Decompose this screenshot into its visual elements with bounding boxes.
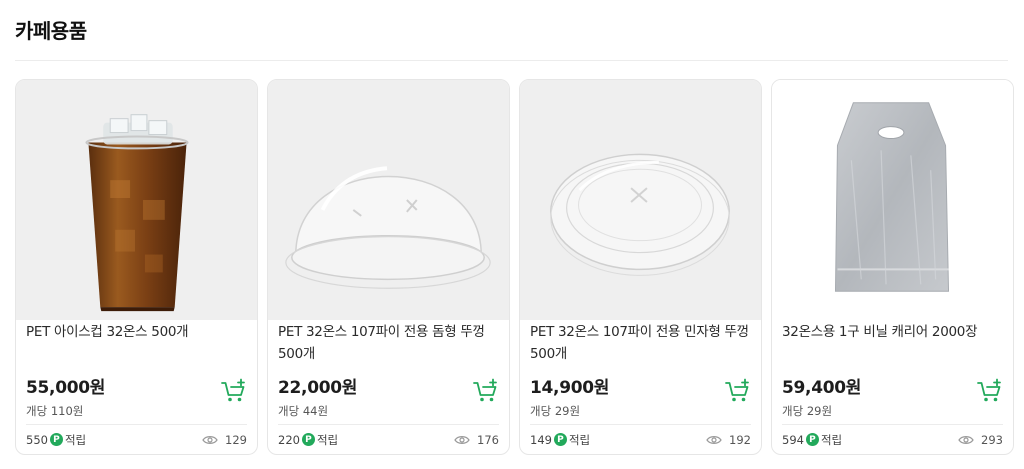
- product-card[interactable]: PET 32온스 107파이 전용 돔형 뚜껑 500개 22,000원 개당 …: [267, 79, 510, 455]
- points-amount: 594: [782, 432, 804, 447]
- eye-icon: [706, 435, 722, 444]
- view-count: 192: [706, 433, 751, 447]
- points-amount: 220: [278, 432, 300, 447]
- product-name[interactable]: PET 32온스 107파이 전용 돔형 뚜껑 500개: [278, 321, 499, 367]
- view-count: 293: [958, 433, 1003, 447]
- card-footer: 550 P 적립 129: [26, 424, 247, 454]
- cart-plus-icon[interactable]: [473, 378, 499, 404]
- product-image-vinyl-carrier[interactable]: [772, 80, 1013, 320]
- product-name[interactable]: PET 아이스컵 32온스 500개: [26, 321, 247, 367]
- product-card[interactable]: 32온스용 1구 비닐 캐리어 2000장 59,400원 개당 29원 594…: [771, 79, 1014, 455]
- card-footer: 149 P 적립 192: [530, 424, 751, 454]
- points-badge-icon: P: [301, 433, 315, 446]
- points-amount: 550: [26, 432, 48, 447]
- product-name[interactable]: PET 32온스 107파이 전용 민자형 뚜껑 500개: [530, 321, 751, 367]
- view-count: 176: [454, 433, 499, 447]
- eye-icon: [202, 435, 218, 444]
- vinyl-carrier-bag-image: [834, 102, 950, 292]
- points-amount: 149: [530, 432, 552, 447]
- card-footer: 220 P 적립 176: [278, 424, 499, 454]
- section-divider: [15, 60, 1008, 61]
- product-image-iced-coffee-cup[interactable]: [16, 80, 257, 320]
- cart-plus-icon[interactable]: [221, 378, 247, 404]
- section-title: 카페용품: [15, 19, 87, 43]
- eye-icon: [454, 435, 470, 444]
- points-badge-icon: P: [805, 433, 819, 446]
- view-count-value: 192: [729, 432, 751, 447]
- unit-price: 개당 110원: [26, 404, 84, 418]
- eye-icon: [958, 435, 974, 444]
- dome-lid-image: [285, 166, 491, 289]
- product-grid: PET 아이스컵 32온스 500개 55,000원 개당 110원 550 P…: [15, 79, 1014, 455]
- cart-plus-icon[interactable]: [977, 378, 1003, 404]
- card-footer: 594 P 적립 293: [782, 424, 1003, 454]
- unit-price: 개당 29원: [530, 404, 581, 418]
- product-name[interactable]: 32온스용 1구 비닐 캐리어 2000장: [782, 321, 1003, 367]
- points-info: 594 P 적립: [782, 432, 842, 448]
- points-info: 550 P 적립: [26, 432, 86, 448]
- unit-price: 개당 44원: [278, 404, 329, 418]
- product-price: 55,000원: [26, 378, 106, 398]
- points-label: 적립: [568, 432, 591, 447]
- points-badge-icon: P: [49, 433, 63, 446]
- product-card[interactable]: PET 32온스 107파이 전용 민자형 뚜껑 500개 14,900원 개당…: [519, 79, 762, 455]
- view-count-value: 293: [981, 432, 1003, 447]
- product-card[interactable]: PET 아이스컵 32온스 500개 55,000원 개당 110원 550 P…: [15, 79, 258, 455]
- product-price: 59,400원: [782, 378, 862, 398]
- product-price: 22,000원: [278, 378, 358, 398]
- unit-price: 개당 29원: [782, 404, 833, 418]
- points-info: 220 P 적립: [278, 432, 338, 448]
- points-label: 적립: [820, 432, 843, 447]
- iced-coffee-cup-image: [85, 114, 189, 312]
- view-count: 129: [202, 433, 247, 447]
- points-info: 149 P 적립: [530, 432, 590, 448]
- product-image-flat-lid[interactable]: [520, 80, 761, 320]
- points-label: 적립: [316, 432, 339, 447]
- points-label: 적립: [64, 432, 87, 447]
- view-count-value: 129: [225, 432, 247, 447]
- points-badge-icon: P: [553, 433, 567, 446]
- flat-lid-image: [550, 153, 731, 276]
- cart-plus-icon[interactable]: [725, 378, 751, 404]
- product-price: 14,900원: [530, 378, 610, 398]
- view-count-value: 176: [477, 432, 499, 447]
- product-image-dome-lid[interactable]: [268, 80, 509, 320]
